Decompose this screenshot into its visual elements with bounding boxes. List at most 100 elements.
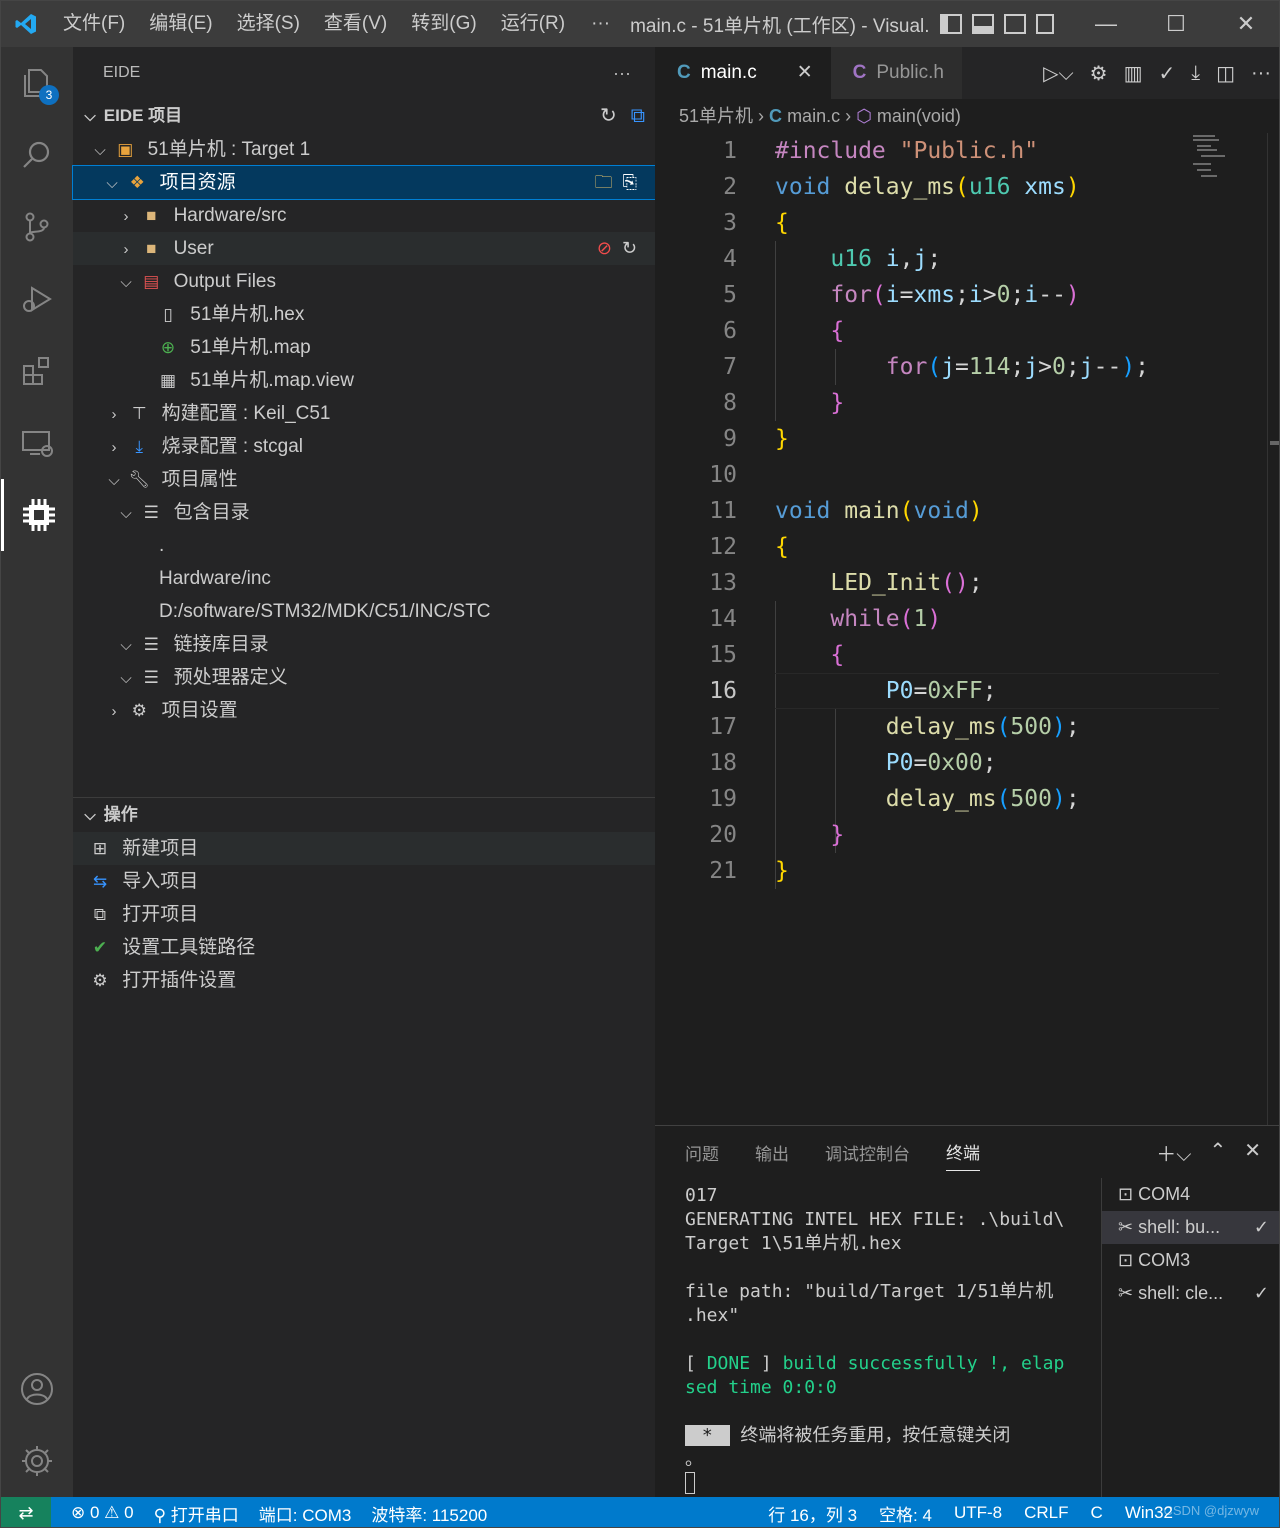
tree-project-resources[interactable]: ⌵ ❖ 项目资源 🗀 ⎘ xyxy=(72,165,656,200)
baud-rate[interactable]: 波特率: 115200 xyxy=(371,1501,487,1526)
account-icon[interactable] xyxy=(1,1353,73,1425)
menu-view[interactable]: 查看(V) xyxy=(312,1,399,47)
tree-label: 项目资源 xyxy=(159,172,236,193)
breadcrumb-file[interactable]: main.c xyxy=(787,106,840,126)
tree-label: 预处理器定义 xyxy=(173,667,288,688)
panel-tab-terminal[interactable]: 终端 xyxy=(946,1133,980,1171)
toggle-sidebar-icon[interactable] xyxy=(940,14,963,34)
close-panel-icon[interactable]: ✕ xyxy=(1244,1138,1261,1167)
tree-folder-hardware-src[interactable]: › ■ Hardware/src xyxy=(73,199,655,232)
clean-icon[interactable]: ✓ xyxy=(1159,61,1176,86)
menu-selection[interactable]: 选择(S) xyxy=(225,1,312,47)
add-folder-icon[interactable]: 🗀 xyxy=(595,166,613,199)
extensions-icon[interactable] xyxy=(1,335,73,407)
tree-include-stc[interactable]: D:/software/STM32/MDK/C51/INC/STC xyxy=(73,595,655,628)
tree-output-files[interactable]: ⌵ ▤ Output Files xyxy=(73,265,655,298)
tree-file-mapview[interactable]: ▦ 51单片机.map.view xyxy=(73,364,655,397)
minimize-button[interactable]: — xyxy=(1071,1,1141,47)
menu-go[interactable]: 转到(G) xyxy=(399,1,488,47)
tab-public-h[interactable]: C Public.h xyxy=(830,47,962,99)
editor-actions: ▷⌵ ⚙ ▥ ✓ ⤓ ◫ ··· xyxy=(1043,47,1271,99)
line-ending[interactable]: CRLF xyxy=(1024,1503,1068,1523)
build-run-icon[interactable]: ▷⌵ xyxy=(1043,61,1074,86)
menu-more-button[interactable]: ··· xyxy=(577,13,624,35)
tree-include-dot[interactable]: . xyxy=(73,529,655,562)
indentation[interactable]: 空格: 4 xyxy=(879,1501,932,1526)
build-gear-icon[interactable]: ⚙ xyxy=(1090,61,1108,86)
tab-label: main.c xyxy=(700,62,757,83)
run-debug-icon[interactable] xyxy=(1,263,73,335)
panel-actions: ＋⌵ ⌃ ✕ xyxy=(1156,1138,1261,1167)
terminal-item[interactable]: ⊡ COM4 xyxy=(1102,1178,1279,1211)
refresh-icon[interactable]: ↻ xyxy=(600,99,617,133)
tree-project-settings[interactable]: › ⚙ 项目设置 xyxy=(73,694,655,727)
tab-main-c[interactable]: C main.c ✕ xyxy=(655,47,831,99)
tree-folder-user[interactable]: › ■ User ⊘ ↻ xyxy=(73,232,655,265)
refresh-icon[interactable]: ↻ xyxy=(622,232,637,265)
explorer-icon[interactable]: 3 xyxy=(1,47,73,119)
new-terminal-icon[interactable]: ＋⌵ xyxy=(1156,1138,1191,1167)
op-open-project[interactable]: ⧉ 打开项目 xyxy=(73,898,655,931)
more-actions-icon[interactable]: ··· xyxy=(1251,62,1271,85)
op-new-project[interactable]: ⊞ 新建项目 xyxy=(73,832,655,865)
exclude-icon[interactable]: ⊘ xyxy=(597,232,612,265)
sidebar-more-button[interactable]: ··· xyxy=(613,47,631,99)
flash-download-icon[interactable]: ⤓ xyxy=(1191,62,1200,85)
op-label: 导入项目 xyxy=(122,871,199,892)
minimap[interactable] xyxy=(1191,133,1231,183)
panel-tab-debug-console[interactable]: 调试控制台 xyxy=(825,1134,910,1171)
code-editor[interactable]: 1 #include "Public.h" 2 void delay_ms(u16 … xyxy=(655,133,1279,889)
source-control-icon[interactable] xyxy=(1,191,73,263)
operations-section-header[interactable]: ⌵ 操作 xyxy=(73,798,655,832)
encoding[interactable]: UTF-8 xyxy=(954,1503,1002,1523)
split-editor-icon[interactable]: ◫ xyxy=(1216,61,1235,86)
toggle-panel-icon[interactable] xyxy=(972,14,995,34)
terminal-item[interactable]: ✂ shell: bu... ✓ xyxy=(1102,1211,1279,1244)
tree-include-dirs[interactable]: ⌵ ☰ 包含目录 xyxy=(73,496,655,529)
maximize-button[interactable]: ☐ xyxy=(1141,1,1211,47)
add-source-icon[interactable]: ⎘ xyxy=(623,166,637,199)
settings-gear-icon[interactable] xyxy=(1,1425,73,1497)
eide-chip-icon[interactable] xyxy=(1,479,73,551)
customize-layout-icon[interactable] xyxy=(1036,14,1055,34)
tree-defines[interactable]: ⌵ ☰ 预处理器定义 xyxy=(73,661,655,694)
remote-explorer-icon[interactable] xyxy=(1,407,73,479)
tree-file-map[interactable]: ⊕ 51单片机.map xyxy=(73,331,655,364)
language-mode[interactable]: C xyxy=(1091,1503,1103,1523)
breadcrumb-symbol[interactable]: main(void) xyxy=(877,106,961,126)
panel-tab-output[interactable]: 输出 xyxy=(755,1134,789,1171)
open-serial-button[interactable]: ⚲ 打开串口 xyxy=(154,1501,239,1526)
cursor-position[interactable]: 行 16，列 3 xyxy=(768,1501,857,1526)
tree-flash-config[interactable]: › ⤓ 烧录配置 : stcgal xyxy=(73,430,655,463)
terminal-item[interactable]: ✂ shell: cle... ✓ xyxy=(1102,1277,1279,1310)
terminal-item[interactable]: ⊡ COM3 xyxy=(1102,1244,1279,1277)
tree-build-config[interactable]: › ⊤ 构建配置 : Keil_C51 xyxy=(73,397,655,430)
toggle-secondary-sidebar-icon[interactable] xyxy=(1004,14,1027,34)
close-window-button[interactable]: ✕ xyxy=(1211,1,1279,47)
tree-label: 构建配置 : Keil_C51 xyxy=(161,403,331,424)
tree-project-properties[interactable]: ⌵ 🔧︎ 项目属性 xyxy=(73,463,655,496)
menu-run[interactable]: 运行(R) xyxy=(489,1,577,47)
op-import-project[interactable]: ⇆ 导入项目 xyxy=(73,865,655,898)
op-set-toolchain[interactable]: ✔ 设置工具链路径 xyxy=(73,931,655,964)
op-plugin-settings[interactable]: ⚙ 打开插件设置 xyxy=(73,964,655,997)
remote-indicator-icon[interactable]: ⇄ xyxy=(1,1497,51,1527)
search-icon[interactable] xyxy=(1,119,73,191)
tree-include-hardware[interactable]: Hardware/inc xyxy=(73,562,655,595)
serial-port[interactable]: 端口: COM3 xyxy=(259,1501,352,1526)
tree-file-hex[interactable]: ▯ 51单片机.hex xyxy=(73,298,655,331)
menu-file[interactable]: 文件(F) xyxy=(51,1,137,47)
panel-tab-problems[interactable]: 问题 xyxy=(685,1134,719,1171)
editor-scrollbar[interactable] xyxy=(1267,133,1279,1125)
problems-indicator[interactable]: ⊗ 0 ⚠ 0 xyxy=(71,1503,134,1523)
rebuild-icon[interactable]: ▥ xyxy=(1124,61,1143,86)
project-section-header[interactable]: ⌵ EIDE 项目 ↻ ⧉ xyxy=(73,99,655,133)
switch-workspace-icon[interactable]: ⧉ xyxy=(631,99,645,133)
tree-project-root[interactable]: ⌵ ▣ 51单片机 : Target 1 xyxy=(73,133,655,166)
breadcrumb-folder[interactable]: 51单片机 xyxy=(679,106,753,126)
menu-edit[interactable]: 编辑(E) xyxy=(137,1,224,47)
tree-lib-dirs[interactable]: ⌵ ☰ 链接库目录 xyxy=(73,628,655,661)
close-icon[interactable]: ✕ xyxy=(797,47,813,99)
maximize-panel-icon[interactable]: ⌃ xyxy=(1209,1138,1226,1167)
terminal-output[interactable]: 017 GENERATING INTEL HEX FILE: .\build\ Ta… xyxy=(685,1184,1085,1494)
